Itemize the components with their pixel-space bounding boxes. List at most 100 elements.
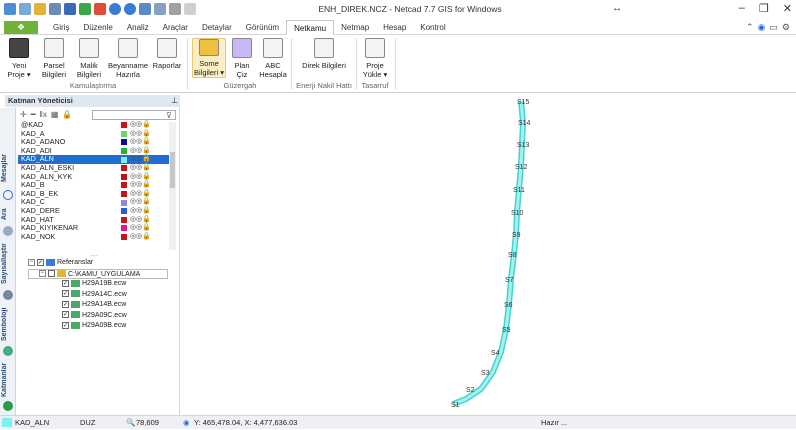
map-canvas[interactable]: S15 S14 S13 S12 S11 S10 S9 S8 S7 S6 S5 S4 S3 S2 S1 <box>181 94 796 415</box>
app-menu-button[interactable]: ❖ <box>4 21 38 34</box>
add-layer-icon[interactable]: ✛ <box>20 110 27 119</box>
visibility-icon[interactable]: ◎◎ <box>130 138 142 147</box>
move-handle-icon[interactable]: ↔ <box>612 3 622 14</box>
parcel-info-button[interactable]: Parsel Bilgileri <box>38 38 70 79</box>
lock-icon[interactable]: 🔒 <box>142 173 151 182</box>
lock-icon[interactable]: 🔒 <box>142 216 151 225</box>
owner-info-button[interactable]: Malik Bilgileri <box>74 38 104 79</box>
pole-info-button[interactable]: Direk Bilgileri <box>298 38 350 70</box>
lock-icon[interactable]: 🔒 <box>62 110 72 119</box>
search-icon[interactable] <box>3 226 13 236</box>
visibility-icon[interactable]: ◎◎ <box>130 121 142 130</box>
filter-icon[interactable]: ⊽ <box>166 111 172 120</box>
side-tab-ara[interactable]: Ara <box>1 204 15 224</box>
digitize-icon[interactable] <box>3 290 13 300</box>
symbology-icon[interactable] <box>3 346 13 356</box>
reference-file[interactable]: ✓ H29A14B.ecw <box>28 300 178 311</box>
collapse-icon[interactable]: − <box>28 258 35 266</box>
layers-icon[interactable] <box>3 401 13 411</box>
layer-color-swatch[interactable] <box>121 165 127 172</box>
declaration-button[interactable]: Beyanname Hazırla <box>108 38 148 79</box>
tab-araclar[interactable]: Araçlar <box>156 20 195 35</box>
layer-color-swatch[interactable] <box>121 225 127 232</box>
save-icon[interactable] <box>49 3 61 15</box>
status-layer[interactable]: KAD_ALN <box>15 416 49 430</box>
lock-icon[interactable]: 🔒 <box>142 155 151 164</box>
visibility-icon[interactable]: ◎◎ <box>130 173 142 182</box>
status-zoom[interactable]: 78,609 <box>136 416 159 430</box>
lock-icon[interactable]: 🔒 <box>142 233 151 242</box>
visibility-icon[interactable]: ‖x <box>40 110 47 119</box>
tab-gorunum[interactable]: Görünüm <box>239 20 286 35</box>
visibility-icon[interactable]: ◎◎ <box>130 207 142 216</box>
lock-icon[interactable]: 🔒 <box>142 138 151 147</box>
checkbox[interactable]: ✓ <box>62 290 69 298</box>
side-tab-sayisallastir[interactable]: Sayısallaştır <box>1 240 15 288</box>
checkbox[interactable]: ✓ <box>62 311 69 319</box>
reference-file[interactable]: ✓ H29A19B.ecw <box>28 279 178 290</box>
tab-netmap[interactable]: Netmap <box>334 20 376 35</box>
visibility-icon[interactable]: ◎◎ <box>130 181 142 190</box>
reference-file[interactable]: ✓ H29A09C.ecw <box>28 311 178 322</box>
customize-icon[interactable] <box>184 3 196 15</box>
layer-color-swatch[interactable] <box>121 208 127 215</box>
info-icon[interactable] <box>3 190 13 200</box>
tab-analiz[interactable]: Analiz <box>120 20 156 35</box>
side-tab-katmanlar[interactable]: Katmanlar <box>1 360 15 400</box>
pin-icon[interactable] <box>79 3 91 15</box>
redo-icon[interactable] <box>124 3 136 15</box>
print-icon[interactable] <box>64 3 76 15</box>
references-node[interactable]: − ✓ Referanslar <box>28 258 178 269</box>
collapse-ribbon-icon[interactable]: ⌃ <box>746 22 754 33</box>
new-file-icon[interactable] <box>19 3 31 15</box>
collapse-icon[interactable]: − <box>39 270 46 278</box>
lock-icon[interactable]: 🔒 <box>142 198 151 207</box>
checkbox[interactable]: ✓ <box>37 258 44 266</box>
checkbox[interactable] <box>48 270 55 278</box>
some-info-button[interactable]: Some Bilgileri ▾ <box>192 38 226 78</box>
layer-color-swatch[interactable] <box>121 216 127 223</box>
tab-detaylar[interactable]: Detaylar <box>195 20 239 35</box>
minimize-button[interactable]: – <box>739 2 745 15</box>
help-icon[interactable]: ◉ <box>758 22 766 33</box>
reference-file[interactable]: ✓ H29A09B.ecw <box>28 321 178 332</box>
lock-icon[interactable]: 🔒 <box>142 207 151 216</box>
undo-icon[interactable] <box>109 3 121 15</box>
visibility-icon[interactable]: ◎◎ <box>130 147 142 156</box>
layer-color-swatch[interactable] <box>121 156 127 163</box>
side-tab-mesajlar[interactable]: Mesajlar <box>1 150 15 186</box>
visibility-icon[interactable]: ◎◎ <box>130 233 142 242</box>
scrollbar-thumb[interactable] <box>170 152 175 188</box>
window-icon[interactable] <box>169 3 181 15</box>
lock-icon[interactable]: 🔒 <box>142 130 151 139</box>
visibility-icon[interactable]: ◎◎ <box>130 198 142 207</box>
settings-icon[interactable]: ⚙ <box>782 22 790 33</box>
folder-node[interactable]: − C:\KAMU_UYGULAMA <box>28 268 168 279</box>
new-project-button[interactable]: Yeni Proje ▾ <box>4 38 34 79</box>
export-icon[interactable] <box>94 3 106 15</box>
layer-search-input[interactable] <box>92 110 176 120</box>
lock-icon[interactable]: 🔒 <box>142 224 151 233</box>
table-icon[interactable] <box>139 3 151 15</box>
grid-icon[interactable] <box>154 3 166 15</box>
pin-icon[interactable]: ⊥ <box>171 96 178 105</box>
maximize-button[interactable]: ❐ <box>759 2 769 15</box>
layer-color-swatch[interactable] <box>121 173 127 180</box>
visibility-icon[interactable]: ◎◎ <box>130 190 142 199</box>
layout-icon[interactable]: ▭ <box>769 22 778 33</box>
layer-color-swatch[interactable] <box>121 122 127 129</box>
abc-calc-button[interactable]: ABC Hesapla <box>258 38 288 79</box>
layer-color-swatch[interactable] <box>121 182 127 189</box>
project-load-button[interactable]: Proje Yükle ▾ <box>360 38 390 79</box>
tab-netkamu[interactable]: Netkamu <box>286 20 335 35</box>
reports-button[interactable]: Raporlar <box>152 38 182 70</box>
visibility-icon[interactable]: ◎◎ <box>130 130 142 139</box>
visibility-icon[interactable]: ◎◎ <box>130 224 142 233</box>
layer-color-swatch[interactable] <box>121 148 127 155</box>
lock-icon[interactable]: 🔒 <box>142 121 151 130</box>
plan-draw-button[interactable]: Plan Çiz <box>230 38 254 79</box>
open-folder-icon[interactable] <box>34 3 46 15</box>
layer-color-swatch[interactable] <box>121 130 127 137</box>
visibility-icon[interactable]: ◎◎ <box>130 164 142 173</box>
close-button[interactable]: ✕ <box>783 2 792 15</box>
